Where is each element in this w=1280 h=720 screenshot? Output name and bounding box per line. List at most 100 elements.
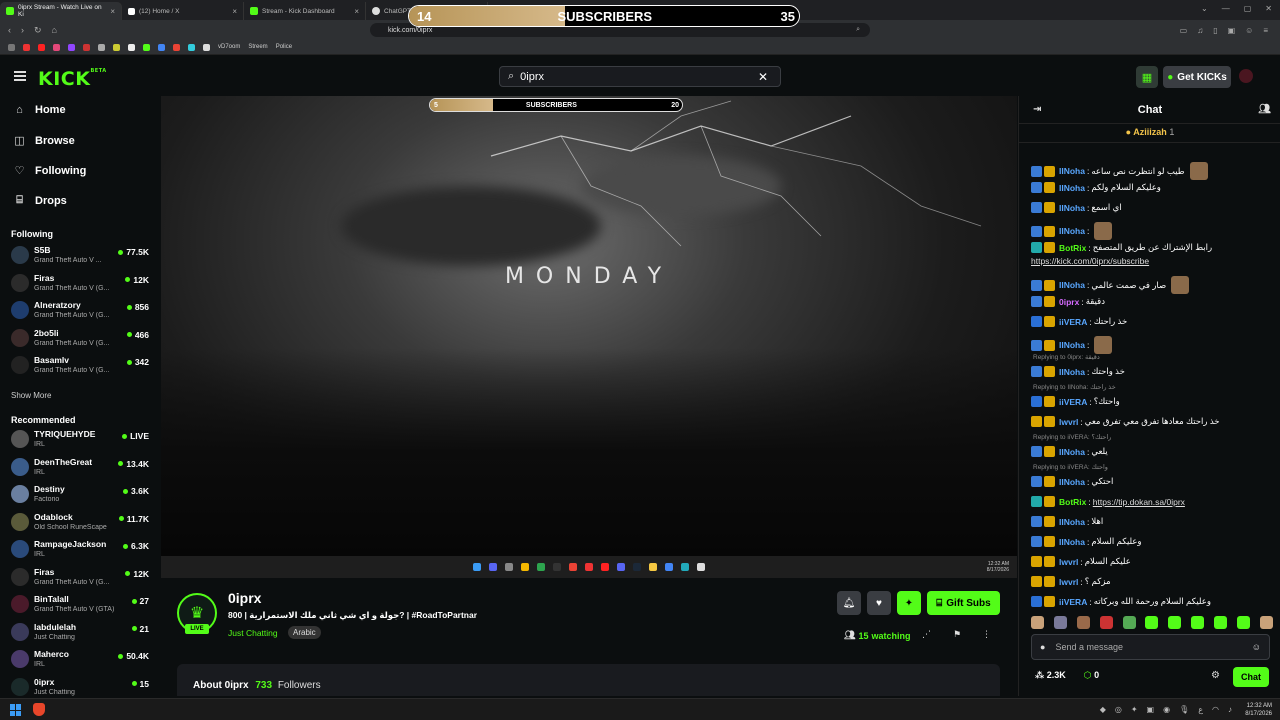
category-link[interactable]: Just Chatting [228, 628, 278, 638]
tray-icon[interactable]: ✦ [1131, 705, 1138, 714]
close-window-icon[interactable]: ✕ [1265, 4, 1272, 13]
chat-message[interactable]: IINoha: وعليكم السلام [1031, 536, 1271, 547]
chat-link[interactable]: https://kick.com/0iprx/subscribe [1031, 256, 1149, 266]
hamburger-menu-icon[interactable] [14, 71, 26, 81]
chat-username[interactable]: lwvrl [1059, 417, 1078, 427]
collapse-chat-icon[interactable]: ⇥ [1033, 96, 1041, 124]
chat-username[interactable]: IINoha [1059, 280, 1085, 290]
clear-search-icon[interactable]: ✕ [758, 70, 768, 84]
menu-dots-icon[interactable]: ≡ [1263, 26, 1268, 35]
bookmark-icon[interactable] [83, 43, 90, 51]
chat-username[interactable]: IINoha [1059, 226, 1085, 236]
video-player[interactable]: MONDAY 5 SUBSCRIBERS 20 12:32 AM 8/17/20… [161, 96, 1017, 578]
sidebar-channel[interactable]: BinTalall Grand Theft Auto V (GTA) 27 [11, 591, 151, 617]
bookmark-icon[interactable] [158, 43, 165, 51]
music-icon[interactable]: ♫ [1197, 26, 1203, 35]
emote-icon[interactable] [1191, 615, 1205, 629]
chat-message[interactable]: IINoha: اهلا [1031, 516, 1271, 527]
chat-username[interactable]: iiVERA [1059, 597, 1087, 607]
follow-button[interactable]: ♥ [867, 591, 891, 615]
sidebar-item-following[interactable]: ♡ Following [14, 164, 87, 178]
kick-logo[interactable]: KICKBETA [38, 68, 107, 90]
close-tab-icon[interactable]: × [110, 7, 115, 16]
sidebar-channel[interactable]: labdulelah Just Chatting 21 [11, 619, 151, 645]
user-avatar[interactable] [1239, 69, 1253, 83]
chat-message[interactable]: 0iprx: دقيقة [1031, 296, 1271, 307]
language-icon[interactable]: ع [1198, 705, 1203, 714]
reload-icon[interactable]: ↻ [34, 25, 42, 36]
wifi-icon[interactable]: ◠ [1212, 705, 1219, 714]
volume-icon[interactable]: ♪ [1228, 705, 1232, 714]
chat-username[interactable]: IINoha [1059, 447, 1085, 457]
tab-kick-dashboard[interactable]: Stream - Kick Dashboard × [244, 2, 366, 20]
sidebar-channel[interactable]: Firas Grand Theft Auto V (G... 12K [11, 564, 151, 590]
search-input[interactable]: ⌕ 0iprx ✕ [499, 66, 781, 87]
chat-message[interactable]: IINoha: احتكي [1031, 476, 1271, 487]
sidebar-channel[interactable]: Alneratzory Grand Theft Auto V (G... 856 [11, 297, 151, 323]
chat-users-icon[interactable]: 👥︎ [1258, 96, 1271, 124]
chat-message[interactable]: BotRix: https://tip.dokan.sa/0iprx [1031, 496, 1271, 507]
emoji-icon[interactable]: ☺ [1252, 642, 1261, 652]
emote-icon[interactable] [1168, 615, 1182, 629]
chat-username[interactable]: IINoha [1059, 166, 1085, 176]
emote-icon[interactable] [1053, 615, 1067, 629]
chat-message[interactable]: IINoha: [1031, 336, 1271, 354]
bookmark-icon[interactable] [23, 43, 30, 51]
emote-icon[interactable] [1031, 615, 1044, 629]
close-tab-icon[interactable]: × [232, 7, 237, 16]
chat-message[interactable]: IINoha: طيب لو انتظرت نص ساعه [1031, 162, 1271, 180]
bookmark-vd7oom[interactable]: vD7oom [218, 44, 240, 50]
chat-username[interactable]: IINoha [1059, 367, 1085, 377]
bookmark-icon[interactable] [203, 43, 210, 51]
home-browser-icon[interactable]: ⌂ [52, 25, 57, 36]
chat-message[interactable]: lwvrl: عليكم السلام [1031, 556, 1271, 567]
youtube-icon[interactable] [38, 43, 45, 51]
sidebar-channel[interactable]: Destiny Factorio 3.6K [11, 481, 151, 507]
chat-username[interactable]: BotRix [1059, 497, 1086, 507]
tray-icon[interactable]: ◆ [1100, 705, 1106, 714]
chat-username[interactable]: IINoha [1059, 477, 1085, 487]
chat-message[interactable]: IINoha: اي اسمع [1031, 202, 1271, 213]
chat-message[interactable]: IINoha: يلعي [1031, 446, 1271, 457]
notifications-button[interactable]: 🔔︎ [837, 591, 861, 615]
chat-message[interactable]: lwvrl: خذ راحتك معادها تفرق معي تفرق معي [1031, 416, 1271, 427]
kick-bookmark-icon[interactable] [143, 43, 150, 51]
minimize-icon[interactable]: — [1222, 4, 1230, 13]
forward-icon[interactable]: › [21, 25, 24, 36]
tray-icon[interactable]: ◎ [1115, 705, 1122, 714]
sidebar-icon[interactable]: ▯ [1213, 26, 1217, 35]
emote-icon[interactable] [1099, 615, 1113, 629]
chat-username[interactable]: 0iprx [1059, 297, 1079, 307]
pinned-user[interactable]: Aziiizah [1133, 127, 1167, 137]
sidebar-item-drops[interactable]: ⌸ Drops [14, 194, 67, 207]
extensions-icon[interactable]: ▭ [1180, 26, 1188, 35]
chat-username[interactable]: IINoha [1059, 183, 1085, 193]
bookmark-icon[interactable] [98, 43, 105, 51]
report-icon[interactable]: ⚑ [953, 629, 961, 640]
bookmark-icon[interactable] [188, 43, 195, 51]
sidebar-channel[interactable]: RampageJackson IRL 6.3K [11, 536, 151, 562]
emote-icon[interactable] [1214, 615, 1228, 629]
chat-username[interactable]: IINoha [1059, 203, 1085, 213]
chat-message[interactable]: BotRix: رابط الإشتراك عن طريق المتصفح [1031, 242, 1271, 253]
share-icon[interactable]: ⋰ [922, 629, 931, 640]
chat-username[interactable]: IINoha [1059, 340, 1085, 350]
sidebar-item-browse[interactable]: ◫ Browse [14, 134, 74, 148]
chat-link[interactable]: https://tip.dokan.sa/0iprx [1093, 497, 1185, 507]
wallet-icon[interactable]: ▣ [1228, 26, 1236, 35]
chat-username[interactable]: lwvrl [1059, 557, 1078, 567]
chat-message[interactable]: iiVERA: واحتك؟ [1031, 396, 1271, 407]
chat-username[interactable]: BotRix [1059, 243, 1086, 253]
chat-username[interactable]: iiVERA [1059, 317, 1087, 327]
chat-message[interactable]: IINoha: وعليكم السلام ولكم [1031, 182, 1271, 193]
chat-username[interactable]: IINoha [1059, 537, 1085, 547]
instagram-icon[interactable] [53, 43, 60, 51]
emote-icon[interactable] [1122, 615, 1136, 629]
kicks-balance[interactable]: ⁂ 2.3K [1035, 670, 1066, 681]
chat-message[interactable]: IINoha: [1031, 222, 1271, 240]
chat-badge-icon[interactable]: ● [1040, 642, 1045, 652]
gift-subs-button[interactable]: ⌸ Gift Subs [927, 591, 1000, 615]
bookmark-icon[interactable] [113, 43, 120, 51]
sidebar-channel[interactable]: Maherco IRL 50.4K [11, 646, 151, 672]
chat-message[interactable]: https://kick.com/0iprx/subscribe [1031, 256, 1271, 266]
